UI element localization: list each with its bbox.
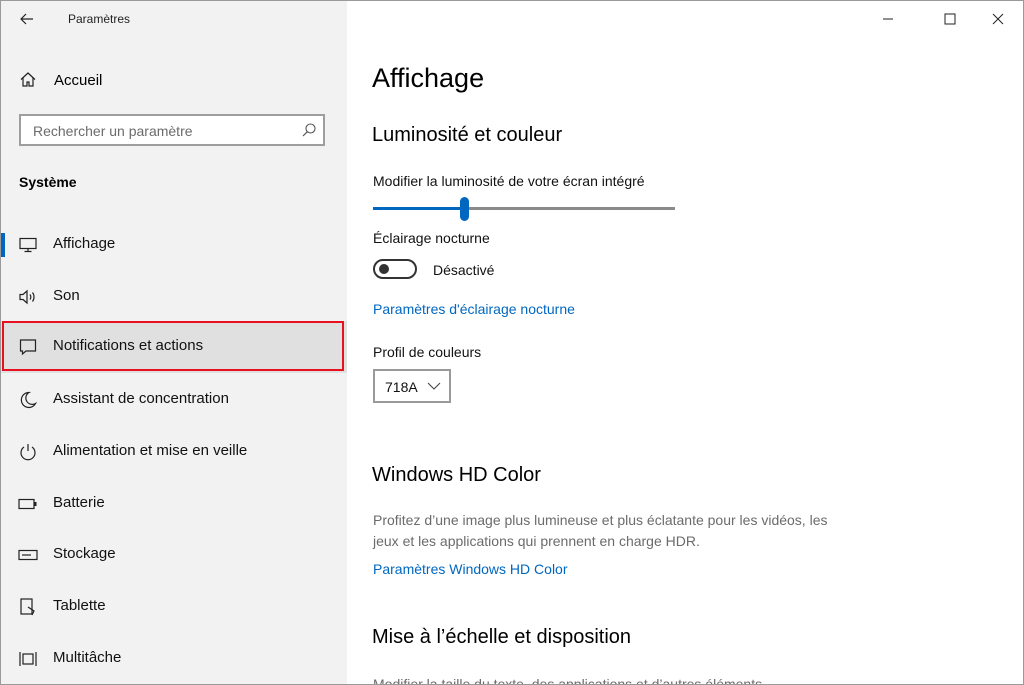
sidebar-item-notifications[interactable]: Notifications et actions <box>1 321 347 373</box>
sidebar-item-label: Alimentation et mise en veille <box>53 442 248 459</box>
back-button[interactable] <box>13 7 41 31</box>
night-light-settings-link[interactable]: Paramètres d'éclairage nocturne <box>373 301 575 317</box>
color-profile-dropdown[interactable]: 718A <box>373 369 451 403</box>
monitor-icon <box>17 235 39 255</box>
sidebar-item-label: Son <box>53 287 80 304</box>
night-light-label: Éclairage nocturne <box>373 230 490 246</box>
speaker-icon <box>17 287 39 307</box>
sidebar-item-concentration[interactable]: Assistant de concentration <box>1 374 347 426</box>
scale-description: Modifier la taille du texte, des applica… <box>373 676 763 685</box>
toggle-knob <box>379 264 389 274</box>
slider-track <box>468 207 675 210</box>
moon-icon <box>17 390 39 410</box>
sidebar-item-alimentation[interactable]: Alimentation et mise en veille <box>1 426 347 478</box>
search-input[interactable] <box>31 120 295 142</box>
sidebar-item-affichage[interactable]: Affichage <box>1 219 347 271</box>
hd-color-settings-link[interactable]: Paramètres Windows HD Color <box>373 561 568 577</box>
sidebar-item-label: Assistant de concentration <box>53 390 229 407</box>
multitask-icon <box>17 649 39 669</box>
notification-icon <box>17 337 39 357</box>
tablet-icon <box>17 597 39 617</box>
slider-track-fill <box>373 207 460 210</box>
search-icon[interactable] <box>301 122 317 138</box>
sidebar-item-tablette[interactable]: Tablette <box>1 581 347 633</box>
sidebar-item-label: Multitâche <box>53 649 122 666</box>
hd-color-heading: Windows HD Color <box>372 464 541 486</box>
home-label: Accueil <box>54 72 103 89</box>
battery-icon <box>17 494 39 514</box>
night-light-toggle[interactable] <box>373 259 417 279</box>
sidebar-item-home[interactable]: Accueil <box>1 61 347 101</box>
sidebar-item-label: Batterie <box>53 494 105 511</box>
title-bar: Paramètres <box>1 1 347 37</box>
sidebar-item-label: Stockage <box>53 545 116 562</box>
sidebar-item-label: Affichage <box>53 235 116 252</box>
page-title: Affichage <box>372 63 485 93</box>
sidebar-item-stockage[interactable]: Stockage <box>1 529 347 581</box>
dropdown-value: 718A <box>385 379 418 395</box>
night-light-state: Désactivé <box>433 262 495 278</box>
sidebar-item-label: Notifications et actions <box>53 337 204 354</box>
sidebar: Paramètres Accueil Système Affichage <box>1 1 347 684</box>
back-arrow-icon <box>20 13 33 25</box>
hd-color-description: Profitez d’une image plus lumineuse et p… <box>373 512 828 549</box>
app-title: Paramètres <box>68 12 131 26</box>
chevron-down-icon <box>427 382 441 390</box>
main-content: Affichage Luminosité et couleur Modifier… <box>347 1 1023 684</box>
scale-heading: Mise à l’échelle et disposition <box>372 626 632 648</box>
sidebar-item-batterie[interactable]: Batterie <box>1 478 347 530</box>
search-box[interactable] <box>19 114 325 146</box>
sidebar-item-son[interactable]: Son <box>1 271 347 323</box>
home-icon <box>19 71 39 91</box>
brightness-slider-label: Modifier la luminosité de votre écran in… <box>373 173 645 189</box>
brightness-slider[interactable] <box>373 197 675 221</box>
section-title: Système <box>19 174 77 190</box>
slider-thumb[interactable] <box>459 197 469 221</box>
color-profile-label: Profil de couleurs <box>373 344 482 360</box>
selection-indicator <box>1 233 5 257</box>
power-icon <box>17 442 39 462</box>
sidebar-item-multitache[interactable]: Multitâche <box>1 633 347 684</box>
brightness-heading: Luminosité et couleur <box>372 124 563 146</box>
sidebar-item-label: Tablette <box>53 597 106 614</box>
storage-icon <box>17 545 39 565</box>
settings-window: Paramètres Accueil Système Affichage <box>0 0 1024 685</box>
